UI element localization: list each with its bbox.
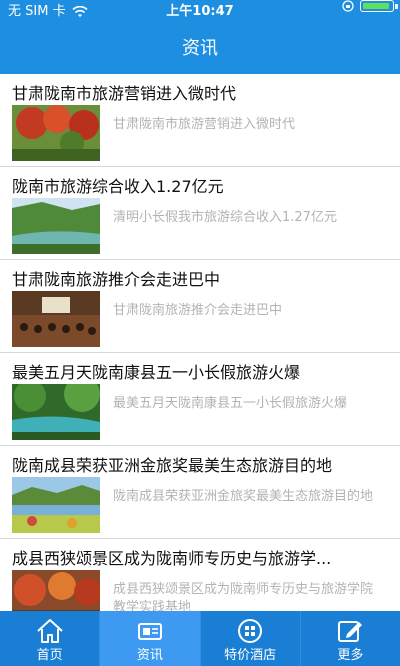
home-icon bbox=[36, 619, 63, 643]
tab-bar: 首页 资讯 特价酒店 更多 bbox=[0, 611, 400, 666]
article-thumbnail bbox=[12, 477, 100, 533]
article-summary: 陇南成县荣获亚洲金旅奖最美生态旅游目的地 bbox=[113, 489, 374, 504]
article-item[interactable]: 陇南成县荣获亚洲金旅奖最美生态旅游目的地 陇南成县荣获亚洲金旅奖最美生态旅游目的… bbox=[0, 446, 400, 539]
status-time: 上午10:47 bbox=[166, 4, 234, 19]
battery-cap bbox=[395, 4, 398, 9]
page-title: 资讯 bbox=[182, 38, 218, 59]
article-thumbnail bbox=[12, 105, 100, 161]
rotation-lock-icon bbox=[342, 0, 354, 12]
battery-icon bbox=[360, 0, 398, 12]
article-item[interactable]: 成县西狭颂景区成为陇南师专历史与旅游学... 成县西狭颂景区成为陇南师专历史与旅… bbox=[0, 539, 400, 611]
status-bar: 无 SIM 卡 上午10:47 bbox=[0, 0, 400, 24]
article-thumbnail bbox=[12, 384, 100, 440]
article-list[interactable]: 甘肃陇南市旅游营销进入微时代 甘肃陇南市旅游营销进入微时代 陇南市旅游综合收入1… bbox=[0, 74, 400, 611]
article-title: 甘肃陇南旅游推介会走进巴中 bbox=[12, 270, 221, 289]
tab-label: 首页 bbox=[36, 648, 63, 663]
tab-label: 更多 bbox=[337, 648, 364, 663]
article-thumbnail bbox=[12, 198, 100, 254]
article-item[interactable]: 甘肃陇南市旅游营销进入微时代 甘肃陇南市旅游营销进入微时代 bbox=[0, 74, 400, 167]
tab-hotel[interactable]: 特价酒店 bbox=[201, 611, 301, 666]
tab-news[interactable]: 资讯 bbox=[100, 611, 201, 666]
nav-bar: 资讯 bbox=[0, 24, 400, 74]
article-item[interactable]: 陇南市旅游综合收入1.27亿元 清明小长假我市旅游综合收入1.27亿元 bbox=[0, 167, 400, 260]
article-summary: 甘肃陇南市旅游营销进入微时代 bbox=[113, 117, 296, 132]
tab-label: 资讯 bbox=[136, 648, 163, 663]
article-item[interactable]: 甘肃陇南旅游推介会走进巴中 甘肃陇南旅游推介会走进巴中 bbox=[0, 260, 400, 353]
article-thumbnail bbox=[12, 291, 100, 347]
article-title: 最美五月天陇南康县五一小长假旅游火爆 bbox=[12, 363, 301, 382]
status-right bbox=[342, 0, 398, 12]
tab-more[interactable]: 更多 bbox=[301, 611, 400, 666]
article-title: 陇南市旅游综合收入1.27亿元 bbox=[12, 177, 224, 196]
article-title: 成县西狭颂景区成为陇南师专历史与旅游学... bbox=[12, 549, 332, 568]
article-summary: 甘肃陇南旅游推介会走进巴中 bbox=[113, 303, 283, 318]
battery-fill bbox=[363, 3, 389, 9]
tab-label: 特价酒店 bbox=[224, 648, 277, 663]
tab-home[interactable]: 首页 bbox=[0, 611, 101, 666]
news-icon bbox=[137, 623, 162, 640]
article-thumbnail bbox=[12, 570, 100, 611]
article-summary: 成县西狭颂景区成为陇南师专历史与旅游学院教学实践基地 bbox=[113, 582, 374, 611]
article-summary: 最美五月天陇南康县五一小长假旅游火爆 bbox=[113, 396, 348, 411]
hotel-icon bbox=[238, 619, 263, 643]
article-item[interactable]: 最美五月天陇南康县五一小长假旅游火爆 最美五月天陇南康县五一小长假旅游火爆 bbox=[0, 353, 400, 446]
article-title: 甘肃陇南市旅游营销进入微时代 bbox=[12, 84, 237, 103]
article-title: 陇南成县荣获亚洲金旅奖最美生态旅游目的地 bbox=[12, 456, 333, 475]
article-summary: 清明小长假我市旅游综合收入1.27亿元 bbox=[113, 210, 337, 225]
more-icon bbox=[338, 621, 363, 642]
